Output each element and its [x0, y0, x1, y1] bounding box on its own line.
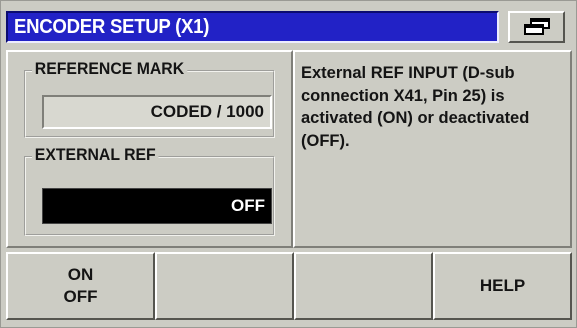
softkey-help-label: HELP: [479, 276, 526, 295]
softkey-2[interactable]: [155, 252, 294, 320]
reference-mark-group: REFERENCE MARK CODED / 1000: [24, 59, 275, 138]
settings-panel: REFERENCE MARK CODED / 1000 EXTERNAL REF…: [6, 50, 293, 248]
title-bar: ENCODER SETUP (X1): [6, 11, 499, 43]
window-toggle-icon: [523, 18, 550, 35]
softkey-on-off[interactable]: ON OFF: [6, 252, 155, 320]
softkey-help[interactable]: HELP: [433, 252, 572, 320]
window-toggle-button[interactable]: [508, 11, 565, 43]
softkey-on-label: ON: [67, 265, 94, 284]
external-ref-label: EXTERNAL REF: [32, 145, 159, 165]
help-panel: External REF INPUT (D-sub connection X41…: [293, 50, 572, 248]
page-title: ENCODER SETUP (X1): [14, 16, 210, 38]
softkey-off-label: OFF: [63, 287, 98, 306]
reference-mark-label: REFERENCE MARK: [32, 59, 187, 79]
external-ref-field[interactable]: OFF: [42, 188, 272, 224]
external-ref-group: EXTERNAL REF OFF: [24, 145, 275, 236]
reference-mark-field[interactable]: CODED / 1000: [42, 95, 272, 129]
softkey-3[interactable]: [294, 252, 433, 320]
encoder-setup-screen: ENCODER SETUP (X1) REFERENCE MARK CODED …: [0, 0, 577, 328]
help-text: External REF INPUT (D-sub connection X41…: [301, 64, 530, 150]
